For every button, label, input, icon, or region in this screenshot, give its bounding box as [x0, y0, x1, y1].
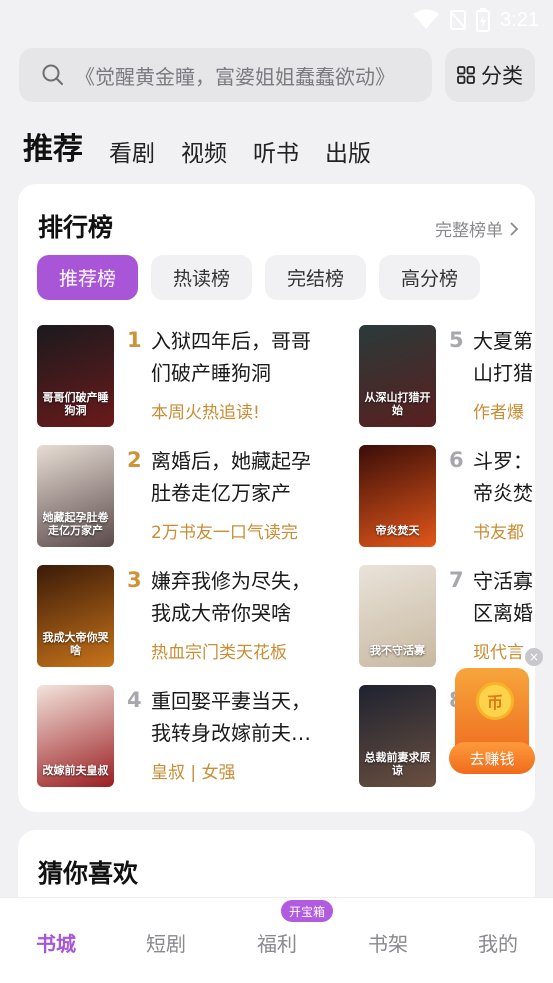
coin-icon: 币: [476, 682, 514, 720]
book-item[interactable]: 改嫁前夫皇叔 4 重回娶平妻当天， 我转身改嫁前夫… 皇叔 | 女强: [37, 685, 337, 787]
book-cover: 从深山打猎开始: [359, 325, 436, 427]
rank-number: 5: [449, 328, 464, 352]
book-title: 离婚后，她藏起孕 肚卷走亿万家产: [151, 449, 311, 505]
book-tag: 作者爆: [473, 403, 524, 423]
ranking-tab-top-rated[interactable]: 高分榜: [379, 255, 480, 300]
full-ranking-label: 完整榜单: [435, 221, 503, 241]
book-cover: 总裁前妻求原谅: [359, 685, 436, 787]
cover-title-art: 她藏起孕肚卷走亿万家产: [42, 511, 109, 537]
guess-you-like-title: 猜你喜欢: [38, 859, 139, 888]
book-tag: 现代言: [473, 643, 524, 663]
no-sim-icon: [450, 10, 467, 30]
book-title: 嫌弃我修为尽失， 我成大帝你哭啥: [151, 569, 311, 625]
cover-title-art: 哥哥们破产睡狗洞: [42, 391, 109, 417]
book-cover: 我成大帝你哭啥: [37, 565, 114, 667]
book-tag: 2万书友一口气读完: [151, 523, 298, 543]
rank-number: 6: [449, 448, 464, 472]
nav-me[interactable]: 我的: [443, 928, 553, 957]
grid-icon: [457, 66, 475, 84]
book-cover: 我不守活寡: [359, 565, 436, 667]
bottom-nav: 书城 短剧 福利 书架 我的: [0, 897, 553, 983]
cover-title-art: 帝炎焚天: [375, 524, 420, 537]
close-icon[interactable]: ×: [525, 648, 543, 666]
book-tag: 皇叔 | 女强: [151, 763, 236, 783]
cover-title-art: 改嫁前夫皇叔: [42, 764, 109, 777]
nav-welfare[interactable]: 福利: [222, 928, 332, 957]
book-title: 重回娶平妻当天， 我转身改嫁前夫…: [151, 689, 311, 745]
search-icon: [42, 64, 63, 85]
treasure-box-badge: 开宝箱: [281, 900, 333, 922]
book-cover: 改嫁前夫皇叔: [37, 685, 114, 787]
book-item[interactable]: 她藏起孕肚卷走亿万家产 2 离婚后，她藏起孕 肚卷走亿万家产 2万书友一口气读完: [37, 445, 337, 547]
status-time: 3:21: [500, 8, 539, 31]
book-title: 入狱四年后，哥哥 们破产睡狗洞: [151, 329, 311, 385]
earn-money-widget[interactable]: × 币 去赚钱: [449, 648, 543, 778]
book-item[interactable]: 我不守活寡 7 守活寡 区离婚 现代言: [359, 565, 535, 667]
ranking-title: 排行榜: [38, 213, 114, 242]
nav-bookshelf[interactable]: 书架: [333, 928, 443, 957]
battery-icon: [476, 8, 491, 32]
book-title: 斗罗： 帝炎焚: [473, 449, 533, 505]
book-item[interactable]: 哥哥们破产睡狗洞 1 入狱四年后，哥哥 们破产睡狗洞 本周火热追读!: [37, 325, 337, 427]
tab-video[interactable]: 视频: [181, 134, 227, 168]
book-item[interactable]: 从深山打猎开始 5 大夏第 山打猎 作者爆: [359, 325, 535, 427]
tab-audiobook[interactable]: 听书: [253, 134, 299, 168]
book-cover: 她藏起孕肚卷走亿万家产: [37, 445, 114, 547]
search-row: 《觉醒黄金瞳，富婆姐姐蠢蠢欲动》 分类: [19, 48, 535, 102]
rank-number: 7: [449, 568, 464, 592]
rank-number: 1: [127, 328, 142, 352]
book-tag: 热血宗门类天花板: [151, 643, 287, 663]
book-title: 大夏第 山打猎: [473, 329, 533, 385]
rank-number: 3: [127, 568, 142, 592]
ranking-tab-completed[interactable]: 完结榜: [265, 255, 366, 300]
status-bar: 3:21: [0, 0, 553, 40]
rank-number: 4: [127, 688, 142, 712]
book-item[interactable]: 我成大帝你哭啥 3 嫌弃我修为尽失， 我成大帝你哭啥 热血宗门类天花板: [37, 565, 337, 667]
rank-number: 2: [127, 448, 142, 472]
category-label: 分类: [481, 64, 523, 88]
nav-short-drama[interactable]: 短剧: [111, 928, 221, 957]
tab-publish[interactable]: 出版: [325, 134, 371, 168]
wifi-icon: [413, 9, 440, 29]
top-tabs: 推荐 看剧 视频 听书 出版: [23, 118, 371, 168]
cover-title-art: 我不守活寡: [370, 644, 425, 657]
tab-drama[interactable]: 看剧: [109, 134, 155, 168]
nav-bookstore[interactable]: 书城: [1, 928, 111, 957]
chevron-right-icon: [510, 221, 519, 236]
cover-title-art: 从深山打猎开始: [364, 391, 431, 417]
book-cover: 哥哥们破产睡狗洞: [37, 325, 114, 427]
book-cover: 帝炎焚天: [359, 445, 436, 547]
ranking-tabs: 推荐榜 热读榜 完结榜 高分榜: [37, 255, 480, 300]
ranking-tab-recommend[interactable]: 推荐榜: [37, 255, 138, 300]
earn-money-button[interactable]: 去赚钱: [449, 742, 535, 774]
cover-title-art: 总裁前妻求原谅: [364, 751, 431, 777]
book-tag: 本周火热追读!: [151, 403, 260, 423]
full-ranking-link[interactable]: 完整榜单: [435, 216, 519, 241]
ranking-tab-hot[interactable]: 热读榜: [151, 255, 252, 300]
cover-title-art: 我成大帝你哭啥: [42, 631, 109, 657]
book-tag: 书友都: [473, 523, 524, 543]
book-title: 守活寡 区离婚: [473, 569, 533, 625]
tab-recommend[interactable]: 推荐: [23, 124, 83, 168]
category-button[interactable]: 分类: [445, 48, 535, 102]
book-item[interactable]: 帝炎焚天 6 斗罗： 帝炎焚 书友都: [359, 445, 535, 547]
search-placeholder: 《觉醒黄金瞳，富婆姐姐蠢蠢欲动》: [75, 64, 395, 89]
search-input[interactable]: 《觉醒黄金瞳，富婆姐姐蠢蠢欲动》: [19, 48, 432, 102]
